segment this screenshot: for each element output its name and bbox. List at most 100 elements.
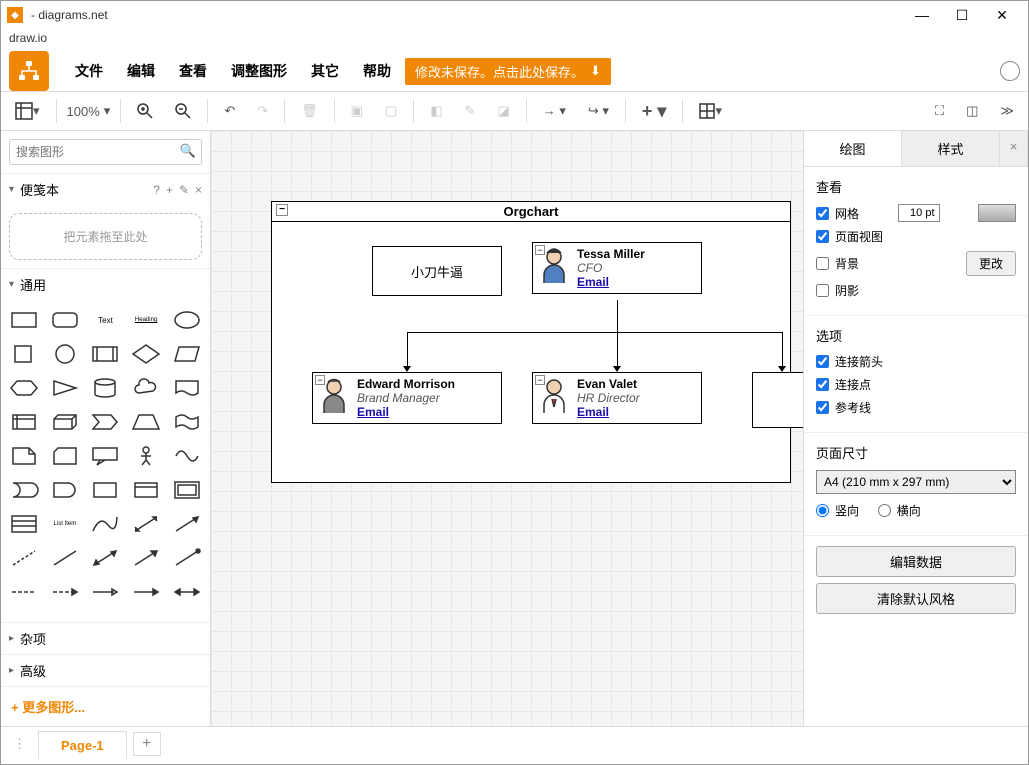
background-checkbox[interactable] [816,257,829,270]
page-tab-1[interactable]: Page-1 [38,731,127,759]
tab-style[interactable]: 样式 [902,131,1000,166]
page-view-checkbox[interactable] [816,230,829,243]
shape-line[interactable] [48,544,83,572]
zoom-in-button[interactable] [131,99,159,123]
insert-button[interactable]: + ▾ [636,97,673,126]
shape-dashed-line[interactable] [7,544,42,572]
more-shapes-button[interactable]: + 更多图形... [1,686,210,726]
shape-bidir-arrow[interactable] [129,510,164,538]
collapse-icon[interactable]: − [535,245,545,255]
grid-checkbox[interactable] [816,207,829,220]
collapse-icon[interactable]: − [315,375,325,385]
shape-arrow[interactable] [169,510,204,538]
line-color-button[interactable]: ✎ [459,99,482,123]
menu-view[interactable]: 查看 [169,55,217,87]
collapse-button[interactable]: ≫ [994,99,1020,123]
shape-double-rect[interactable] [169,476,204,504]
zoom-value[interactable]: 100% [67,104,100,119]
language-icon[interactable] [1000,61,1020,81]
menu-help[interactable]: 帮助 [353,55,401,87]
paper-size-select[interactable]: A4 (210 mm x 297 mm) [816,470,1016,494]
shape-container[interactable] [129,476,164,504]
conn-arrows-checkbox[interactable] [816,355,829,368]
node-brand-manager[interactable]: − Edward Morrison Brand Manager Email [312,372,502,424]
add-page-button[interactable]: + [133,732,161,756]
shape-or[interactable] [7,476,42,504]
email-link[interactable]: Email [577,275,645,289]
orgchart-container[interactable]: − Orgchart 小刀牛逼 − Tessa Miller CFO Email [271,201,791,483]
delete-button[interactable]: 🗑 [295,99,324,123]
shape-conn1[interactable] [7,578,42,606]
email-link[interactable]: Email [577,405,640,419]
clear-style-button[interactable]: 清除默认风格 [816,583,1016,614]
shape-list[interactable] [7,510,42,538]
conn-points-checkbox[interactable] [816,378,829,391]
shape-bidir-thick[interactable] [88,544,123,572]
general-header[interactable]: ▾ 通用 [1,268,210,300]
to-back-button[interactable]: ▢ [379,99,403,123]
scratchpad-add-icon[interactable]: + [166,183,173,197]
redo-button[interactable]: ↷ [251,99,274,123]
tab-diagram[interactable]: 绘图 [804,131,902,166]
shape-triangle[interactable] [48,374,83,402]
shape-internal-storage[interactable] [7,408,42,436]
shape-cube[interactable] [48,408,83,436]
shape-process[interactable] [88,340,123,368]
collapse-icon[interactable]: − [276,204,288,216]
shape-note[interactable] [7,442,42,470]
edit-data-button[interactable]: 编辑数据 [816,546,1016,577]
scratchpad-close-icon[interactable]: × [195,183,202,197]
shape-square[interactable] [7,340,42,368]
scratchpad-drop-zone[interactable]: 把元素拖至此处 [9,213,202,260]
shape-data-store[interactable] [88,476,123,504]
shape-and[interactable] [48,476,83,504]
logo[interactable] [9,51,49,91]
email-link[interactable]: Email [357,405,455,419]
menu-extras[interactable]: 其它 [301,55,349,87]
zoom-out-button[interactable] [169,99,197,123]
shape-tape[interactable] [169,408,204,436]
shape-parallelogram[interactable] [169,340,204,368]
menu-arrange[interactable]: 调整图形 [221,55,297,87]
node-simple[interactable]: 小刀牛逼 [372,246,502,296]
connection-button[interactable]: → ▾ [537,99,572,123]
node-hr-director[interactable]: − Evan Valet HR Director Email [532,372,702,424]
minimize-button[interactable]: — [902,7,942,23]
search-icon[interactable]: 🔍 [180,143,196,159]
close-button[interactable]: ✕ [982,7,1022,24]
grid-color-swatch[interactable] [978,204,1016,222]
shape-trapezoid[interactable] [129,408,164,436]
shape-link[interactable] [169,544,204,572]
shape-hexagon[interactable] [7,374,42,402]
shape-step[interactable] [88,408,123,436]
menu-file[interactable]: 文件 [65,55,113,87]
fill-color-button[interactable]: ◧ [424,99,448,123]
collapse-icon[interactable]: − [535,375,545,385]
search-input[interactable] [9,139,202,165]
shape-actor[interactable] [129,442,164,470]
canvas[interactable]: − Orgchart 小刀牛逼 − Tessa Miller CFO Email [211,131,803,726]
shape-card[interactable] [48,442,83,470]
shape-cylinder[interactable] [88,374,123,402]
shape-circle[interactable] [48,340,83,368]
background-change-button[interactable]: 更改 [966,251,1016,276]
shape-document[interactable] [169,374,204,402]
grid-size-input[interactable] [898,204,940,222]
format-panel-button[interactable]: ◫ [960,99,984,123]
shape-dir-arrow[interactable] [129,544,164,572]
node-partial[interactable] [752,372,803,428]
node-cfo[interactable]: − Tessa Miller CFO Email [532,242,702,294]
shadow-button[interactable]: ◪ [491,99,515,123]
advanced-header[interactable]: ▸ 高级 [1,654,210,686]
scratchpad-edit-icon[interactable]: ✎ [179,183,189,197]
undo-button[interactable]: ↶ [218,99,241,123]
shape-conn4[interactable] [129,578,164,606]
scratchpad-help[interactable]: ? [153,183,160,197]
fullscreen-button[interactable]: ⛶ [929,99,950,123]
shape-curve[interactable] [88,510,123,538]
waypoint-button[interactable]: ↪ ▾ [582,99,615,123]
misc-header[interactable]: ▸ 杂项 [1,622,210,654]
shape-cloud[interactable] [129,374,164,402]
shape-ellipse[interactable] [169,306,204,334]
shadow-checkbox[interactable] [816,284,829,297]
